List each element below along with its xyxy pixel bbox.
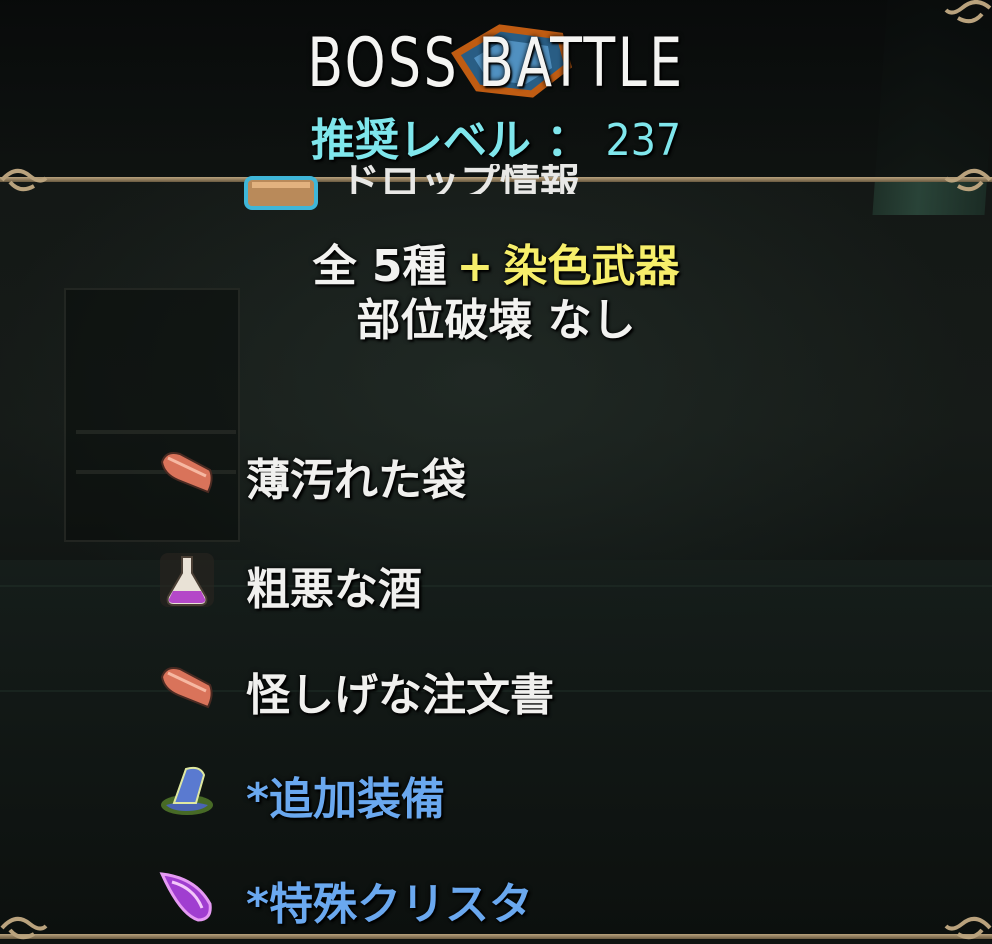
drop-info-heading: ドロップ情報 — [340, 164, 580, 194]
frame-ornament-icon — [0, 168, 48, 192]
cloth-bag-icon — [160, 452, 213, 494]
wizard-hat-icon — [161, 766, 213, 815]
frame-ornament-icon — [944, 168, 992, 192]
background-door-bar — [76, 430, 236, 434]
drop-plus-sign: + — [456, 241, 494, 292]
background-ground-line — [0, 585, 992, 587]
item-label: 薄汚れた袋 — [246, 455, 466, 506]
potion-flask-icon — [160, 553, 214, 607]
drop-count: 全 5種 — [312, 241, 447, 292]
drop-summary: 全 5種 + 染色武器 部位破壊 なし — [0, 240, 992, 348]
frame-ornament-icon — [944, 0, 992, 24]
item-label: 粗悪な酒 — [246, 564, 422, 615]
frame-ornament-icon — [0, 916, 48, 940]
frame-bottom-border — [0, 934, 992, 939]
drop-count-line: 全 5種 + 染色武器 — [0, 240, 992, 294]
part-break-line: 部位破壊 なし — [356, 295, 636, 346]
boss-header: BOSS BATTLE 推奨レベル ： 237 — [0, 0, 992, 180]
boss-battle-title: BOSS BATTLE — [307, 24, 685, 103]
item-label: *追加装備 — [246, 774, 446, 825]
purple-crystal-icon — [159, 872, 212, 922]
frame-ornament-icon — [944, 916, 992, 940]
item-label: *特殊クリスタ — [246, 879, 534, 930]
item-label: 怪しげな注文書 — [246, 670, 554, 721]
recommended-level: 推奨レベル ： 237 — [0, 104, 992, 168]
scroll-cloth-icon — [160, 667, 213, 709]
recommended-level-value: 237 — [605, 115, 682, 166]
dye-weapon-label: 染色武器 — [503, 241, 680, 292]
drop-info-chest-icon — [244, 176, 318, 210]
recommended-level-label: 推奨レベル ： — [310, 115, 591, 166]
